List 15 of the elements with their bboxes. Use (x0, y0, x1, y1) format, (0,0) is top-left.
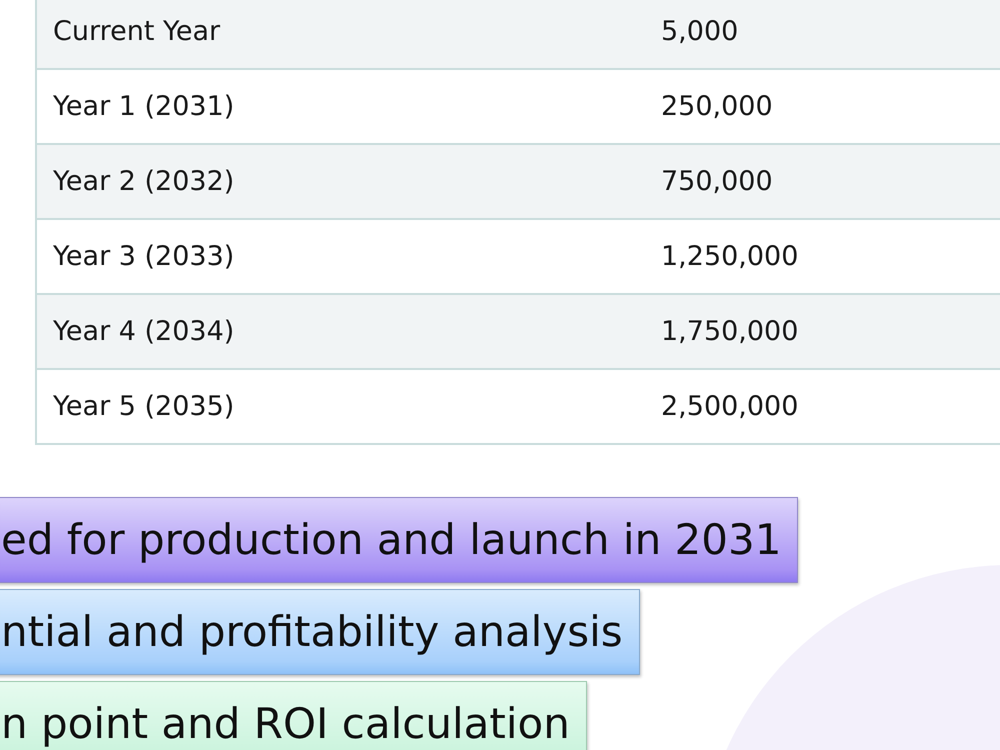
banner: n point and ROI calculation (0, 681, 587, 750)
table-cell-text: 1,250,000 (660, 241, 798, 272)
table-cell-text: 250,000 (660, 91, 773, 122)
banner: ntial and profitability analysis (0, 589, 640, 675)
table-cell-text: 750,000 (660, 166, 773, 197)
table-cell-text: 1,750,000 (660, 316, 798, 347)
table-cell-text: 5,000 (660, 16, 738, 47)
table-cell-text: Year 4 (2034) (52, 316, 234, 347)
table-cell-text: Year 2 (2032) (52, 166, 234, 197)
table-cell-text: Year 5 (2035) (52, 391, 234, 422)
table-cell-text: Year 1 (2031) (52, 91, 234, 122)
table-cell-text: Year 3 (2033) (52, 241, 234, 272)
table-cell-text: 2,500,000 (660, 391, 798, 422)
banner: ed for production and launch in 2031 (0, 497, 798, 583)
table-cell-text: Current Year (52, 16, 220, 47)
